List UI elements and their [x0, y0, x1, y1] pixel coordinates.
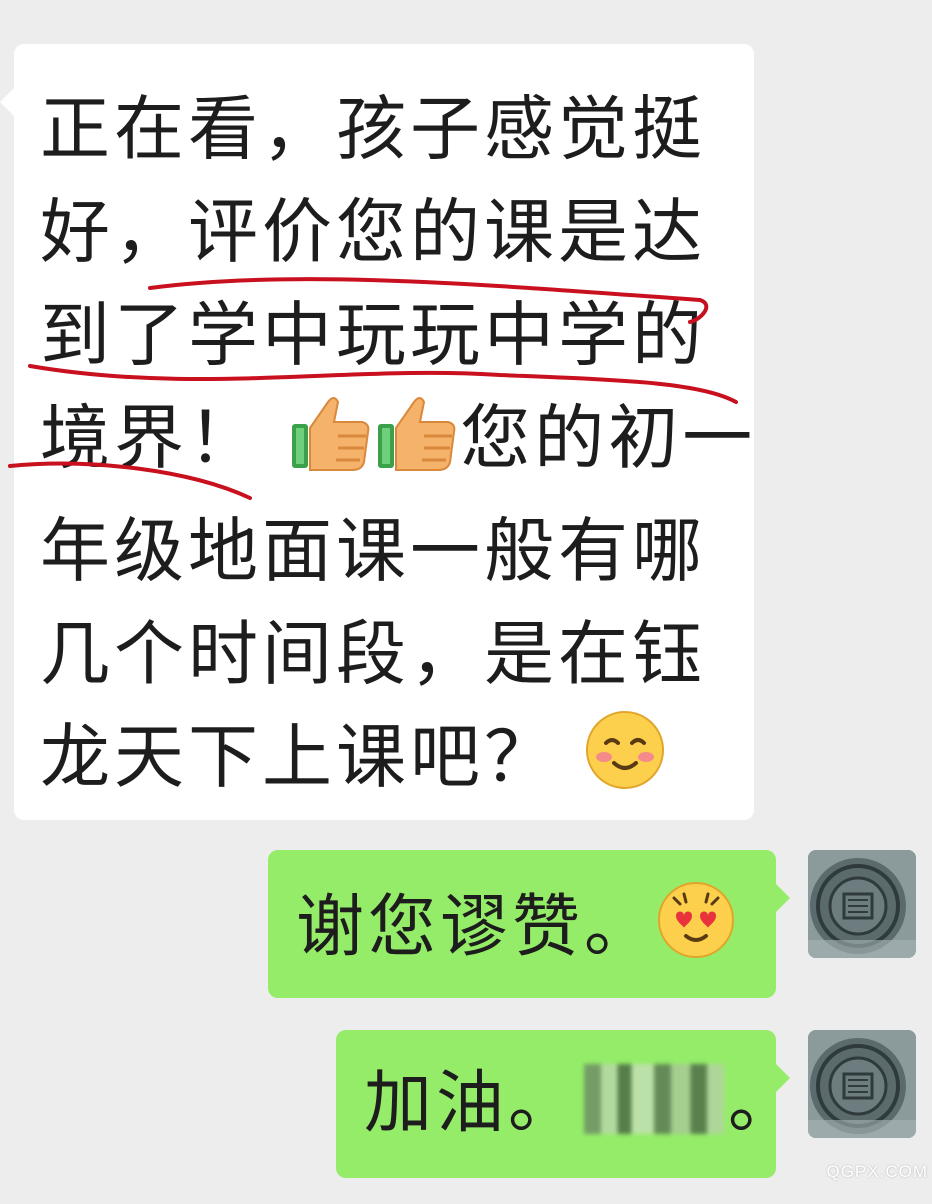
smile-blush-icon — [584, 709, 666, 819]
avatar[interactable] — [808, 850, 916, 958]
message-line: 正在看，孩子感觉挺 — [40, 88, 706, 170]
redacted-text-blur — [584, 1064, 725, 1134]
seal-avatar-image — [808, 850, 916, 958]
outgoing-message-text: 加油。 。 — [364, 1060, 800, 1148]
avatar[interactable] — [808, 1030, 916, 1138]
outgoing-message-bubble[interactable]: 加油。。 — [336, 1030, 796, 1178]
seal-avatar-image — [808, 1030, 916, 1138]
message-line: 好，评价您的课是达 — [40, 191, 706, 273]
incoming-message-text: 正在看，孩子感觉挺 好，评价您的课是达 到了学中玩玩中学的 境界！ 您的初一 年… — [40, 78, 752, 819]
incoming-message-bubble[interactable]: 正在看，孩子感觉挺 好，评价您的课是达 到了学中玩玩中学的 境界！ 您的初一 年… — [0, 44, 754, 820]
message-text-fragment: 谢您谬赞。 — [296, 888, 657, 967]
watermark: QGPX.COM — [826, 1162, 928, 1181]
message-line: 年级地面课一般有哪 — [40, 510, 706, 592]
bubble-tail — [776, 884, 790, 912]
outgoing-message-text: 谢您谬赞。 — [296, 880, 736, 982]
message-line: 几个时间段，是在钰 — [40, 613, 706, 695]
message-text-fragment: 境界！ — [40, 397, 262, 479]
message-text-fragment: 。 — [728, 1064, 801, 1143]
message-line: 境界！ 您的初一 — [40, 387, 752, 500]
thumbs-up-icon — [288, 390, 374, 500]
message-line: 到了学中玩玩中学的 — [40, 294, 706, 376]
bubble-tail — [0, 88, 14, 116]
message-text-fragment: 您的初一 — [460, 397, 757, 479]
message-text-fragment: 龙天下上课吧？ — [40, 716, 558, 798]
outgoing-message-bubble[interactable]: 谢您谬赞。 — [268, 850, 790, 998]
thumbs-up-icon — [374, 390, 460, 500]
heart-eyes-icon — [656, 880, 736, 982]
message-text-fragment: 加油。 — [364, 1064, 581, 1143]
message-line: 龙天下上课吧？ — [40, 706, 740, 819]
